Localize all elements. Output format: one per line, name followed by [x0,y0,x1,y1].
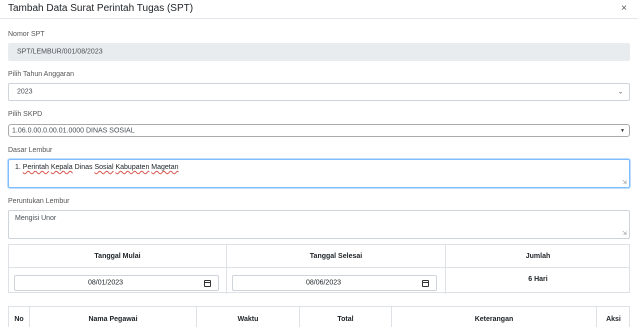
tanggal-selesai-header: Tanggal Selesai [227,245,445,268]
dasar-lembur-word: Kepala [50,164,73,171]
pegawai-table: No Nama Pegawai Waktu Total Keterangan A… [8,306,630,327]
dasar-lembur-prefix: 1. [15,164,21,171]
column-divider [445,245,446,294]
skpd-value: 1.06.0.00.0.00.01.0000 DINAS SOSIAL [12,127,135,134]
dasar-lembur-word: Sosial [94,164,114,171]
column-divider [226,245,227,294]
nomor-spt-input: SPT/LEMBUR/001/08/2023 [8,43,630,61]
tanggal-mulai-input[interactable]: 08/01/2023 [14,275,219,291]
caret-down-icon: ▼ [620,127,625,134]
jumlah-value: 6 Hari [528,276,548,283]
modal-header: Tambah Data Surat Perintah Tugas (SPT) × [0,0,638,19]
dasar-lembur-word: Kabupaten [115,164,150,171]
dasar-lembur-word: Dinas [74,164,93,171]
nomor-spt-label: Nomor SPT [8,31,45,38]
skpd-label: Pilih SKPD [8,111,43,118]
dasar-lembur-text: 1. Perintah Kepala Dinas Sosial Kabupate… [15,164,179,171]
dasar-lembur-word: Perintah [22,164,49,171]
jumlah-header: Jumlah [446,245,630,268]
keterangan-header: Keterangan [474,316,514,323]
modal-title: Tambah Data Surat Perintah Tugas (SPT) [8,3,194,14]
peruntukan-lembur-value: Mengisi Unor [15,215,57,222]
date-table: Tanggal Mulai Tanggal Selesai Jumlah 08/… [8,244,630,294]
resize-handle-icon[interactable]: ⇲ [622,179,627,186]
tanggal-mulai-value: 08/01/2023 [87,279,124,287]
chevron-down-icon: ⌄ [617,89,623,96]
nomor-spt-value: SPT/LEMBUR/001/08/2023 [17,48,103,56]
peruntukan-lembur-label: Peruntukan Lembur [8,198,70,205]
calendar-icon[interactable] [422,280,429,287]
dasar-lembur-word: Magetan [151,164,179,171]
calendar-icon[interactable] [204,280,211,287]
waktu-header: Waktu [237,316,259,323]
close-icon[interactable]: × [621,3,627,14]
tahun-anggaran-select[interactable]: 2023 ⌄ [8,83,630,101]
modal-dialog: Tambah Data Surat Perintah Tugas (SPT) ×… [0,0,638,327]
tahun-anggaran-value: 2023 [17,88,33,96]
tanggal-selesai-input[interactable]: 08/06/2023 [232,275,437,291]
nama-pegawai-header: Nama Pegawai [88,316,138,323]
skpd-select[interactable]: 1.06.0.00.0.00.01.0000 DINAS SOSIAL ▼ [8,124,630,137]
tanggal-mulai-header: Tanggal Mulai [9,245,226,268]
dasar-lembur-label: Dasar Lembur [8,147,53,154]
resize-handle-icon[interactable]: ⇲ [622,230,627,237]
dasar-lembur-textarea[interactable]: 1. Perintah Kepala Dinas Sosial Kabupate… [8,159,630,188]
total-header: Total [337,316,354,323]
peruntukan-lembur-textarea[interactable]: Mengisi Unor ⇲ [8,210,630,239]
no-header: No [14,316,24,323]
aksi-header: Aksi [606,316,621,323]
tahun-anggaran-label: Pilih Tahun Anggaran [8,71,75,78]
tanggal-selesai-value: 08/06/2023 [305,279,342,287]
